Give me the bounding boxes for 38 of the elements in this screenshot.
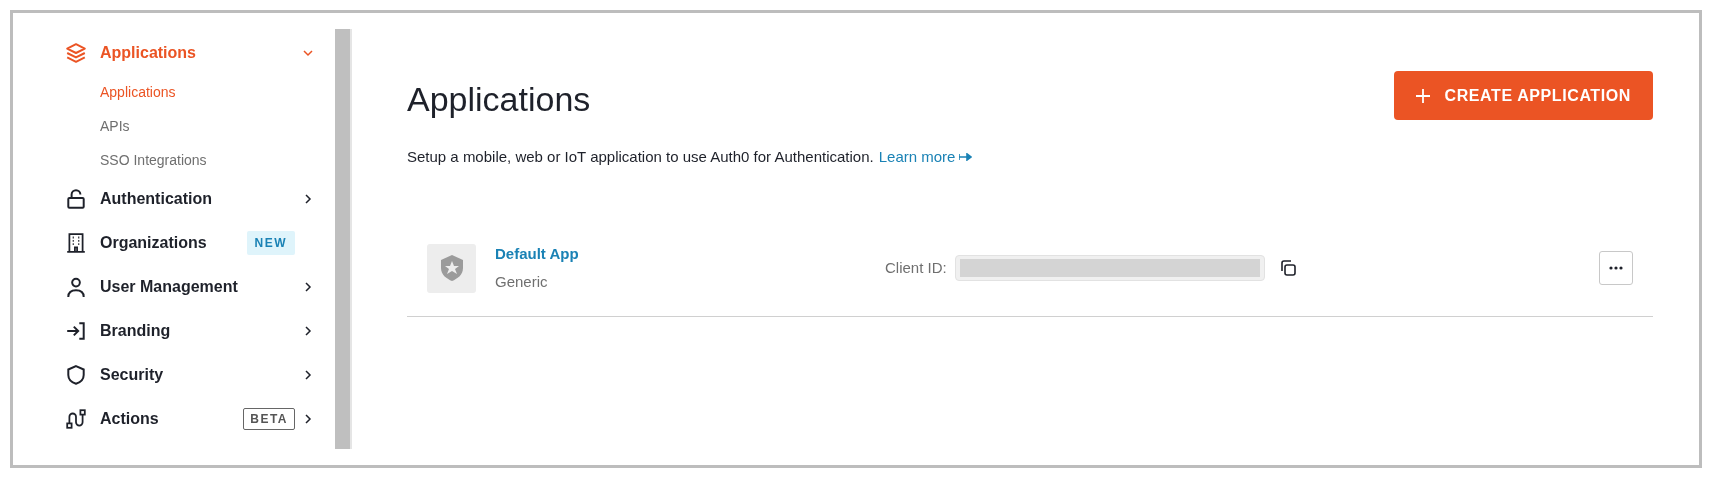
layers-icon (65, 42, 87, 64)
chevron-icon[interactable] (303, 326, 313, 336)
lock-icon (65, 188, 87, 210)
sidebar-item[interactable]: Organizations NEW (65, 221, 315, 265)
shield-icon (65, 364, 87, 386)
sidebar-subitem[interactable]: Applications (100, 75, 176, 109)
new-badge: NEW (246, 231, 295, 255)
sidebar-item[interactable]: User Management (65, 265, 315, 309)
plus-icon (1416, 88, 1431, 103)
building-icon (65, 232, 87, 254)
sidebar-item[interactable]: Actions BETA (65, 397, 315, 441)
flow-icon (65, 408, 87, 430)
client-id-field[interactable] (954, 255, 1265, 281)
learn-more-link[interactable]: Learn more (878, 146, 973, 169)
sidebar-subitem[interactable]: SSO Integrations (100, 143, 207, 177)
chevron-icon[interactable] (303, 414, 313, 424)
sidebar-item[interactable]: Security (65, 353, 315, 397)
arrow-icon (959, 153, 973, 162)
app-name-link[interactable]: Default App (495, 242, 579, 265)
sign-in-icon (65, 320, 87, 342)
app-type: Generic (495, 272, 548, 292)
chevron-icon[interactable] (303, 282, 313, 292)
page-description: Setup a mobile, web or IoT application to use Auth0 for Authentication. (407, 147, 874, 167)
chevron-icon[interactable] (303, 194, 313, 204)
shield-star-icon (438, 254, 465, 282)
user-icon (65, 276, 87, 298)
create-application-button[interactable]: CREATE APPLICATION (1394, 71, 1653, 120)
sidebar-item[interactable]: Authentication (65, 177, 315, 221)
chevron-icon[interactable] (303, 370, 313, 380)
sidebar-item[interactable]: Applications (65, 31, 315, 75)
copy-icon[interactable] (1278, 259, 1297, 277)
ellipsis-icon (1609, 266, 1623, 270)
page-title: Applications (407, 79, 591, 119)
sidebar-item[interactable]: Branding (65, 309, 315, 353)
scrollbar[interactable] (335, 29, 352, 449)
beta-badge: BETA (243, 408, 295, 430)
sidebar-subitem[interactable]: APIs (100, 109, 130, 143)
client-id-label: Client ID: (885, 257, 947, 278)
